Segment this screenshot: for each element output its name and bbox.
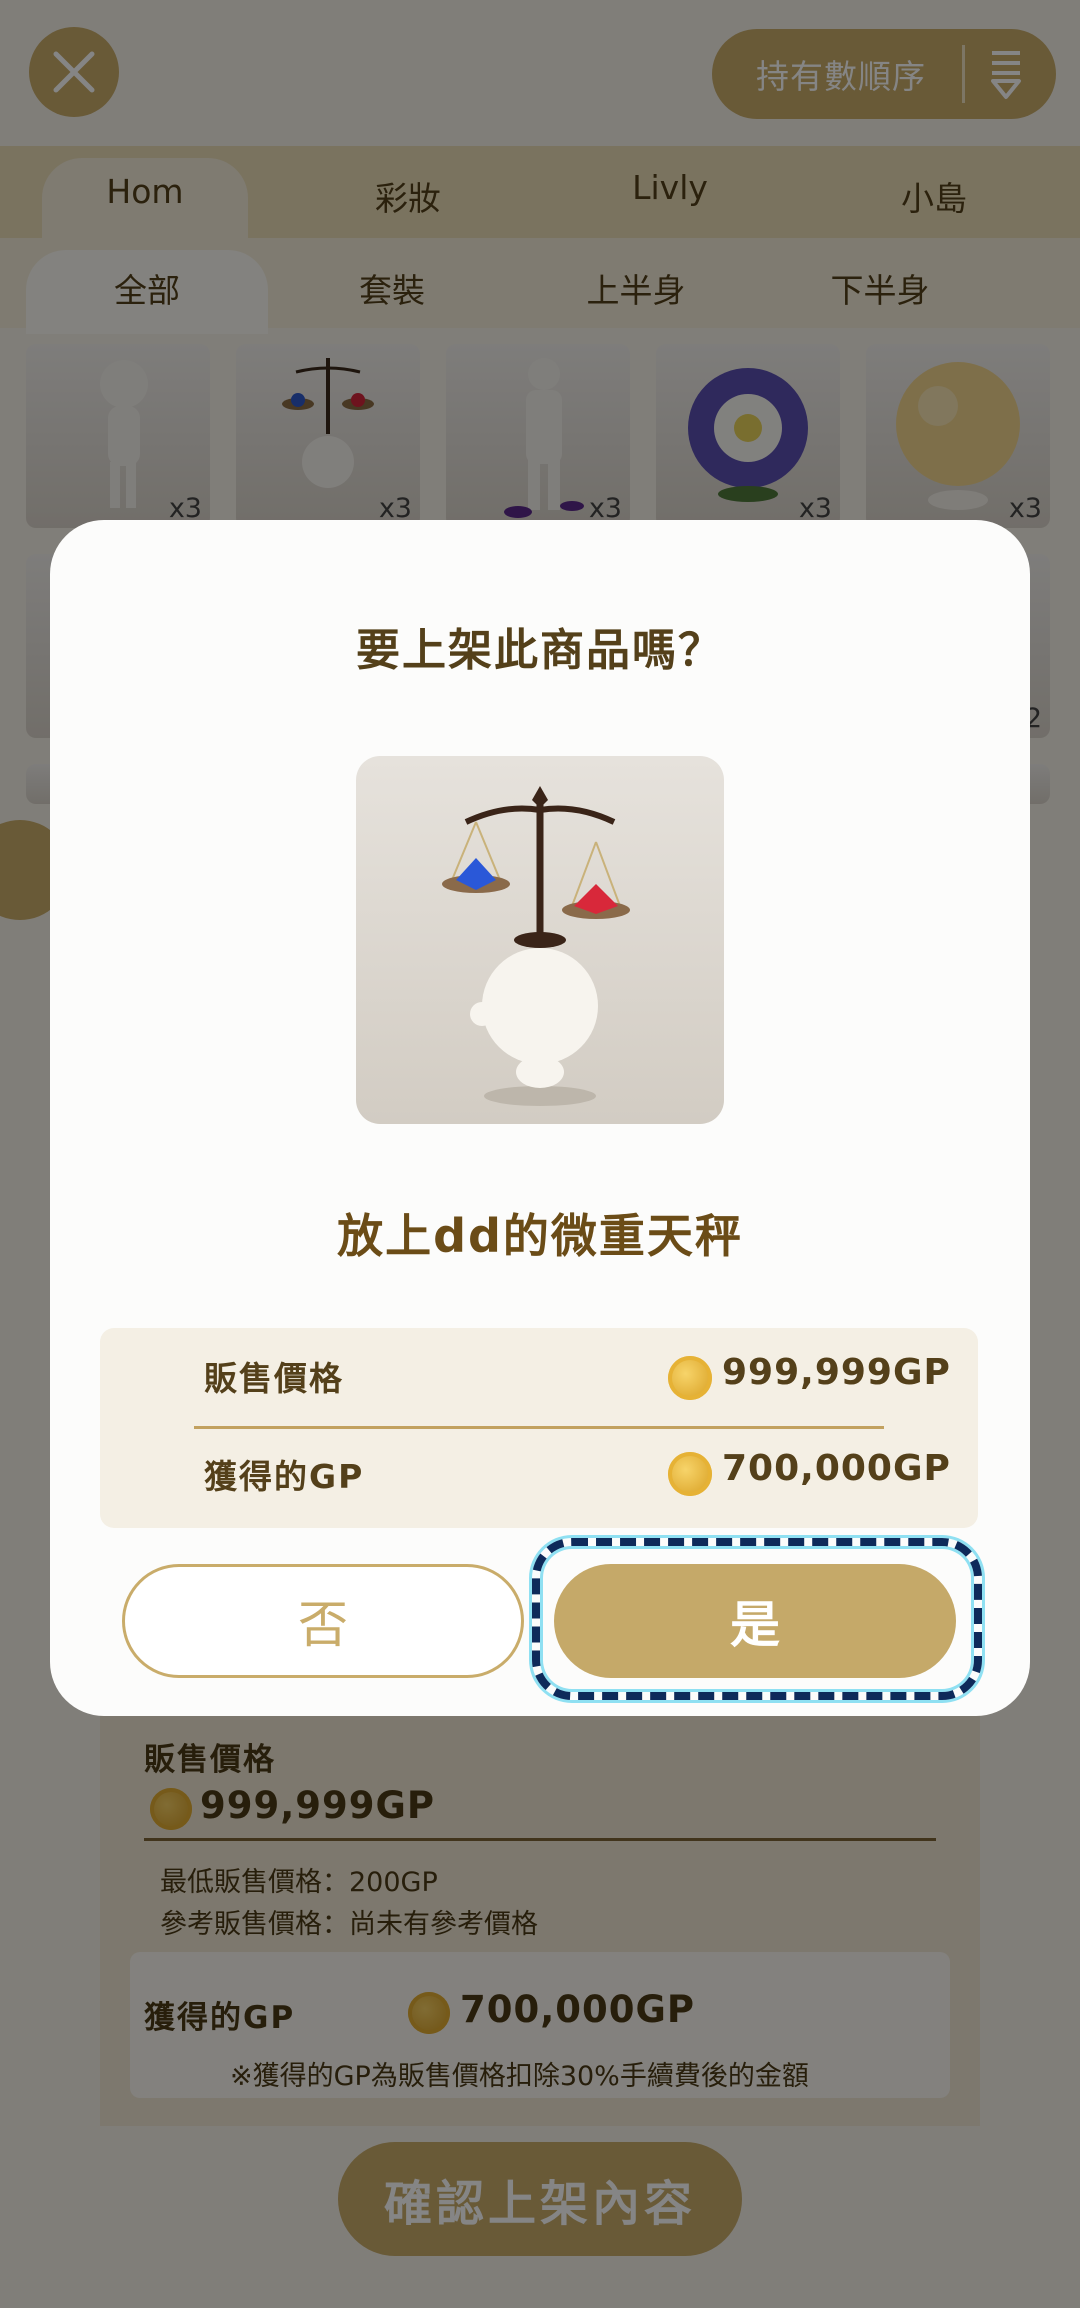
price-summary: 販售價格 999,999GP 獲得的GP 700,000GP bbox=[100, 1328, 978, 1528]
no-button[interactable]: 否 bbox=[122, 1564, 524, 1678]
earned-gp-value: 700,000GP bbox=[722, 1448, 951, 1489]
item-preview bbox=[356, 756, 724, 1124]
price-value: 999,999GP bbox=[722, 1352, 951, 1393]
balance-scale-image bbox=[442, 786, 630, 1106]
coin-icon bbox=[668, 1452, 712, 1496]
price-divider bbox=[194, 1426, 884, 1429]
yes-button-highlight bbox=[532, 1538, 982, 1700]
coin-icon bbox=[668, 1356, 712, 1400]
confirm-dialog: 要上架此商品嗎？ 放上dd的微重天秤 販售價格 999,999GP 獲得的GP … bbox=[50, 520, 1030, 1716]
price-label: 販售價格 bbox=[204, 1359, 344, 1398]
earned-gp-label: 獲得的GP bbox=[204, 1457, 365, 1496]
item-name: 放上dd的微重天秤 bbox=[337, 1209, 743, 1263]
dialog-title: 要上架此商品嗎？ bbox=[356, 625, 724, 676]
